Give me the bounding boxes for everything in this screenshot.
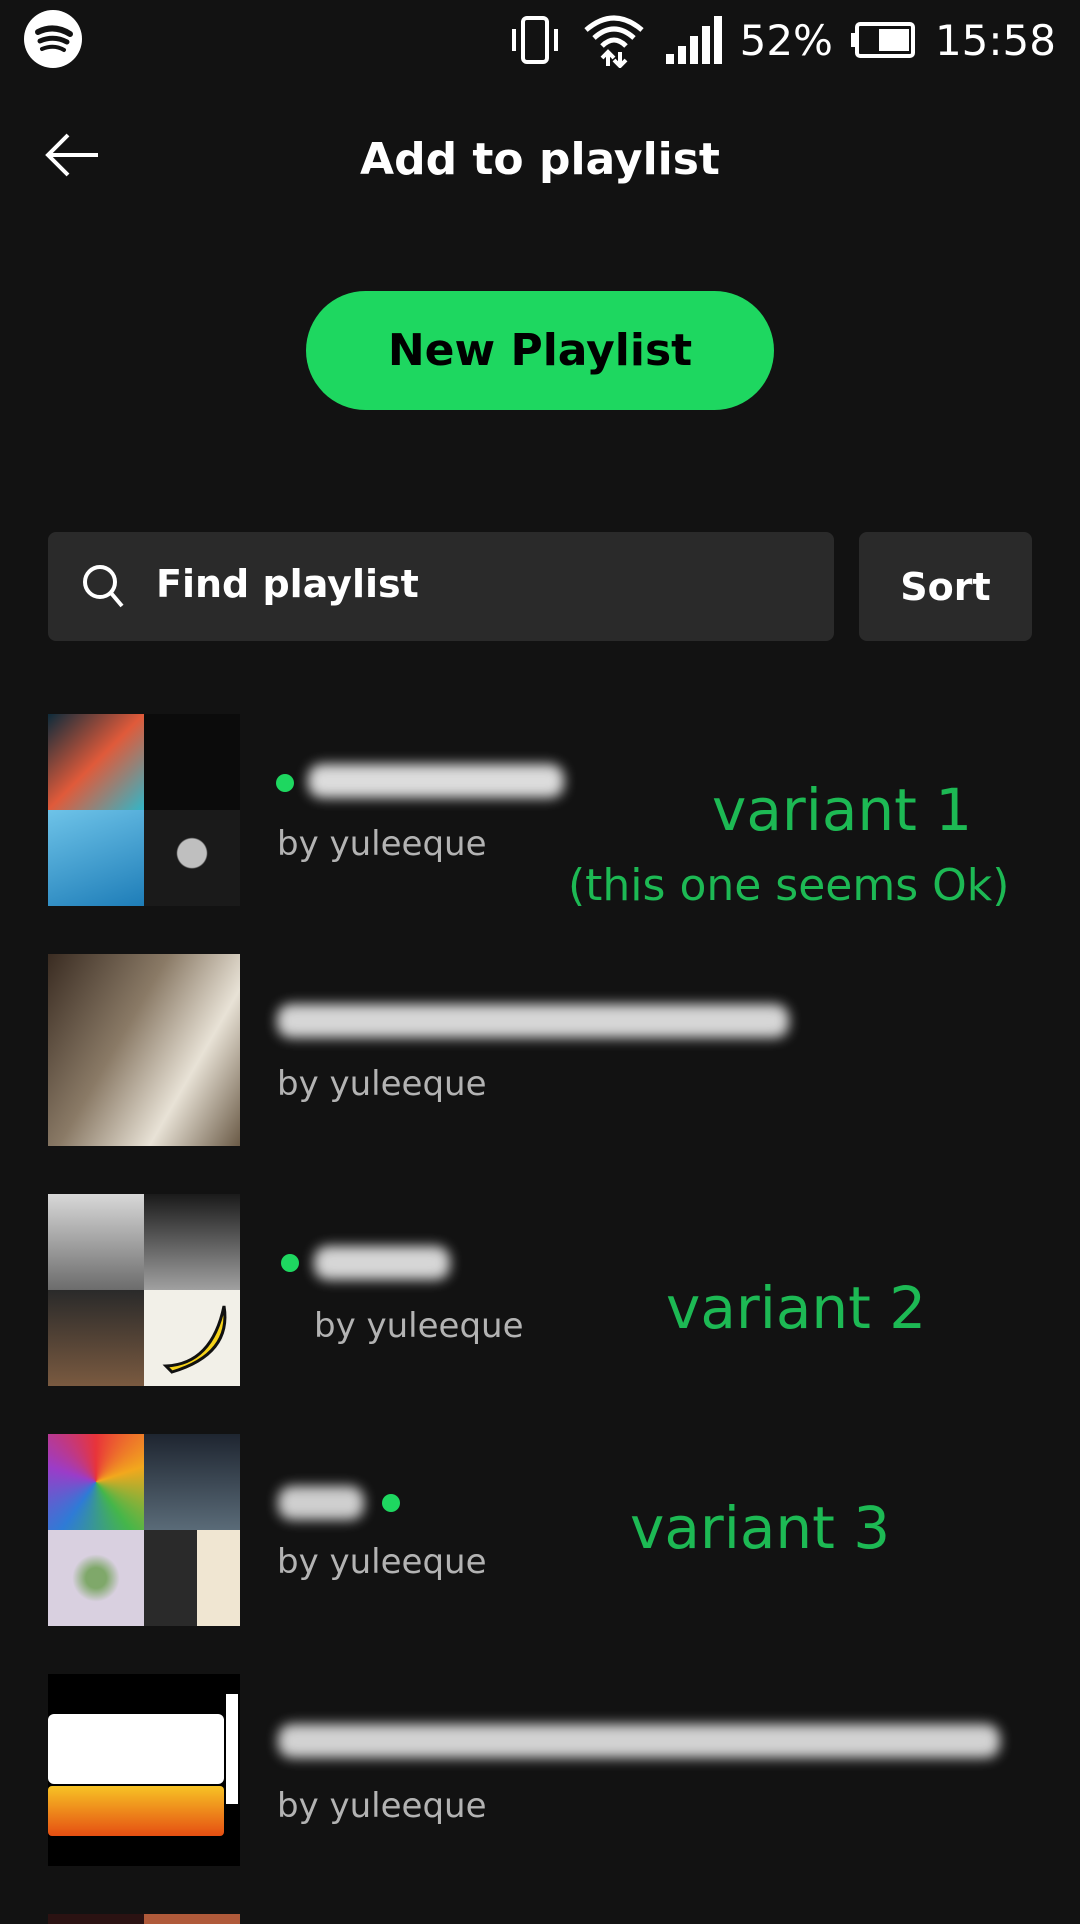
search-placeholder: Find playlist: [156, 562, 419, 606]
battery-percent: 52%: [739, 15, 833, 65]
signal-icon: [665, 16, 722, 64]
playlist-name-redacted: [314, 1246, 450, 1280]
find-playlist-input[interactable]: Find playlist: [48, 532, 834, 641]
annotation-variant-2: variant 2: [666, 1274, 927, 1342]
status-bar: 52% 15:58: [0, 0, 1080, 78]
playlist-row[interactable]: by yuleeque: [0, 1674, 1080, 1866]
playlist-cover: [48, 1194, 240, 1386]
downloaded-dot-icon: [281, 1254, 299, 1272]
annotation-variant-3: variant 3: [630, 1494, 891, 1562]
playlist-row[interactable]: by yuleeque variant 2: [0, 1194, 1080, 1386]
header: Add to playlist: [0, 110, 1080, 210]
playlist-row[interactable]: by yuleeque: [0, 954, 1080, 1146]
playlist-name-redacted: [278, 1724, 1000, 1758]
battery-icon: [850, 22, 915, 58]
playlist-owner: by yuleeque: [314, 1306, 524, 1346]
status-icons: 52% 15:58: [506, 12, 1056, 68]
wifi-icon: [583, 15, 644, 68]
playlist-row[interactable]: [0, 1914, 1080, 1924]
playlist-owner: by yuleeque: [277, 1786, 487, 1826]
annotation-variant-1-note: (this one seems Ok): [568, 860, 1010, 911]
playlist-row[interactable]: by yuleeque variant 3: [0, 1434, 1080, 1626]
playlist-cover: [48, 1674, 240, 1866]
playlist-cover: [48, 954, 240, 1146]
downloaded-dot-icon: [276, 774, 294, 792]
new-playlist-button[interactable]: New Playlist: [306, 291, 774, 410]
playlist-name-redacted: [308, 764, 564, 798]
playlist-name-redacted: [277, 1004, 789, 1038]
playlist-cover: [48, 714, 240, 906]
playlist-row[interactable]: by yuleeque variant 1 (this one seems Ok…: [0, 714, 1080, 911]
clock: 15:58: [934, 15, 1056, 65]
playlist-owner: by yuleeque: [277, 824, 487, 864]
annotation-variant-1: variant 1: [712, 776, 973, 844]
sort-button[interactable]: Sort: [859, 532, 1032, 641]
vibrate-icon: [511, 16, 558, 64]
page-title: Add to playlist: [360, 134, 720, 185]
playlist-name-redacted: [278, 1486, 364, 1520]
playlist-cover: [48, 1434, 240, 1626]
spotify-logo-icon: [24, 10, 82, 68]
downloaded-dot-icon: [382, 1494, 400, 1512]
search-icon: [83, 565, 124, 608]
playlist-owner: by yuleeque: [277, 1542, 487, 1582]
playlist-owner: by yuleeque: [277, 1064, 487, 1104]
